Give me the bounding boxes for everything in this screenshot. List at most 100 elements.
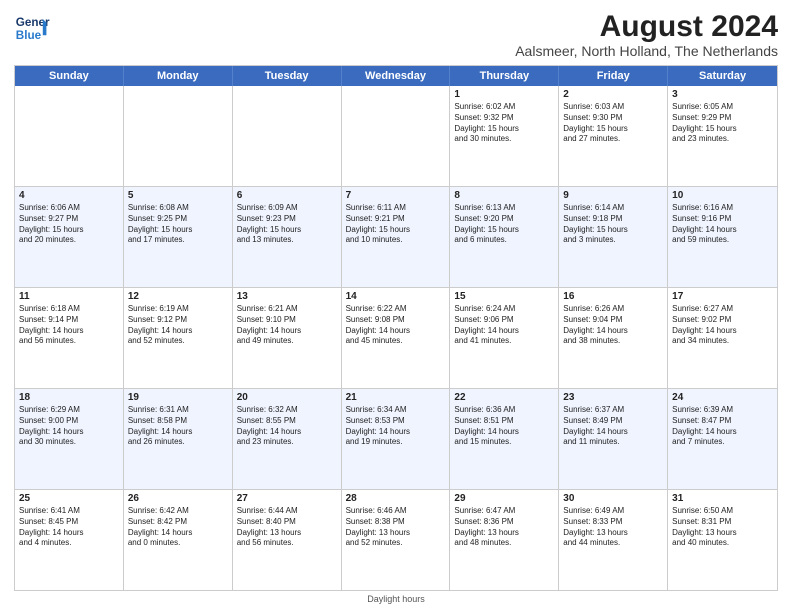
cell-text: Sunrise: 6:08 AM Sunset: 9:25 PM Dayligh… — [128, 203, 228, 246]
cal-cell: 13 Sunrise: 6:21 AM Sunset: 9:10 PM Dayli… — [233, 288, 342, 388]
cell-text: Sunrise: 6:26 AM Sunset: 9:04 PM Dayligh… — [563, 304, 663, 347]
cal-cell: 15Sunrise: 6:24 AM Sunset: 9:06 PM Dayli… — [450, 288, 559, 388]
day-number: 21 — [346, 392, 446, 403]
cell-text: Sunrise: 6:42 AM Sunset: 8:42 PM Dayligh… — [128, 506, 228, 549]
cal-cell: 27 Sunrise: 6:44 AM Sunset: 8:40 PM Dayli… — [233, 490, 342, 590]
day-number: 18 — [19, 392, 119, 403]
cell-text: Sunrise: 6:06 AM Sunset: 9:27 PM Dayligh… — [19, 203, 119, 246]
day-header-saturday: Saturday — [668, 66, 777, 86]
day-number: 23 — [563, 392, 663, 403]
cal-cell: 24 Sunrise: 6:39 AM Sunset: 8:47 PM Dayli… — [668, 389, 777, 489]
calendar-row-1: 1Sunrise: 6:02 AM Sunset: 9:32 PM Daylig… — [15, 86, 777, 186]
day-number: 9 — [563, 190, 663, 201]
cell-text: Sunrise: 6:49 AM Sunset: 8:33 PM Dayligh… — [563, 506, 663, 549]
cal-cell: 8Sunrise: 6:13 AM Sunset: 9:20 PM Daylig… — [450, 187, 559, 287]
day-header-tuesday: Tuesday — [233, 66, 342, 86]
cell-text: Sunrise: 6:14 AM Sunset: 9:18 PM Dayligh… — [563, 203, 663, 246]
cell-text: Sunrise: 6:39 AM Sunset: 8:47 PM Dayligh… — [672, 405, 773, 448]
calendar-row-5: 25Sunrise: 6:41 AM Sunset: 8:45 PM Dayli… — [15, 489, 777, 590]
day-header-thursday: Thursday — [450, 66, 559, 86]
day-number: 17 — [672, 291, 773, 302]
day-number: 20 — [237, 392, 337, 403]
cal-cell: 5 Sunrise: 6:08 AM Sunset: 9:25 PM Daylig… — [124, 187, 233, 287]
cal-cell: 4 Sunrise: 6:06 AM Sunset: 9:27 PM Daylig… — [15, 187, 124, 287]
cal-cell: 25Sunrise: 6:41 AM Sunset: 8:45 PM Dayli… — [15, 490, 124, 590]
calendar-row-3: 11Sunrise: 6:18 AM Sunset: 9:14 PM Dayli… — [15, 287, 777, 388]
cal-cell: 3 Sunrise: 6:05 AM Sunset: 9:29 PM Daylig… — [668, 86, 777, 186]
cal-cell: 9 Sunrise: 6:14 AM Sunset: 9:18 PM Daylig… — [559, 187, 668, 287]
month-year: August 2024 — [515, 10, 778, 43]
cell-text: Sunrise: 6:47 AM Sunset: 8:36 PM Dayligh… — [454, 506, 554, 549]
logo: General Blue — [14, 10, 50, 46]
cal-cell: 26 Sunrise: 6:42 AM Sunset: 8:42 PM Dayli… — [124, 490, 233, 590]
cal-cell: 2Sunrise: 6:03 AM Sunset: 9:30 PM Daylig… — [559, 86, 668, 186]
day-number: 24 — [672, 392, 773, 403]
calendar-body: 1Sunrise: 6:02 AM Sunset: 9:32 PM Daylig… — [15, 86, 777, 590]
day-number: 5 — [128, 190, 228, 201]
cell-text: Sunrise: 6:50 AM Sunset: 8:31 PM Dayligh… — [672, 506, 773, 549]
cell-text: Sunrise: 6:36 AM Sunset: 8:51 PM Dayligh… — [454, 405, 554, 448]
cell-text: Sunrise: 6:21 AM Sunset: 9:10 PM Dayligh… — [237, 304, 337, 347]
cal-cell: 20 Sunrise: 6:32 AM Sunset: 8:55 PM Dayli… — [233, 389, 342, 489]
calendar: SundayMondayTuesdayWednesdayThursdayFrid… — [14, 65, 778, 591]
cal-cell: 18 Sunrise: 6:29 AM Sunset: 9:00 PM Dayli… — [15, 389, 124, 489]
cell-text: Sunrise: 6:22 AM Sunset: 9:08 PM Dayligh… — [346, 304, 446, 347]
cal-cell: 16Sunrise: 6:26 AM Sunset: 9:04 PM Dayli… — [559, 288, 668, 388]
page: General Blue August 2024 Aalsmeer, North… — [0, 0, 792, 612]
calendar-row-2: 4 Sunrise: 6:06 AM Sunset: 9:27 PM Daylig… — [15, 186, 777, 287]
cell-text: Sunrise: 6:11 AM Sunset: 9:21 PM Dayligh… — [346, 203, 446, 246]
cal-cell: 30 Sunrise: 6:49 AM Sunset: 8:33 PM Dayli… — [559, 490, 668, 590]
day-number: 22 — [454, 392, 554, 403]
day-number: 29 — [454, 493, 554, 504]
day-number: 27 — [237, 493, 337, 504]
day-number: 2 — [563, 89, 663, 100]
day-number: 4 — [19, 190, 119, 201]
cal-cell: 11Sunrise: 6:18 AM Sunset: 9:14 PM Dayli… — [15, 288, 124, 388]
day-header-sunday: Sunday — [15, 66, 124, 86]
day-number: 10 — [672, 190, 773, 201]
day-number: 6 — [237, 190, 337, 201]
title-block: August 2024 Aalsmeer, North Holland, The… — [515, 10, 778, 59]
cal-cell: 10Sunrise: 6:16 AM Sunset: 9:16 PM Dayli… — [668, 187, 777, 287]
day-number: 1 — [454, 89, 554, 100]
cell-text: Sunrise: 6:34 AM Sunset: 8:53 PM Dayligh… — [346, 405, 446, 448]
day-number: 30 — [563, 493, 663, 504]
header: General Blue August 2024 Aalsmeer, North… — [14, 10, 778, 59]
day-number: 31 — [672, 493, 773, 504]
svg-text:Blue: Blue — [16, 29, 42, 42]
cell-text: Sunrise: 6:44 AM Sunset: 8:40 PM Dayligh… — [237, 506, 337, 549]
cell-text: Sunrise: 6:24 AM Sunset: 9:06 PM Dayligh… — [454, 304, 554, 347]
cell-text: Sunrise: 6:05 AM Sunset: 9:29 PM Dayligh… — [672, 102, 773, 145]
cell-text: Sunrise: 6:18 AM Sunset: 9:14 PM Dayligh… — [19, 304, 119, 347]
footer-note: Daylight hours — [14, 594, 778, 604]
cal-cell — [124, 86, 233, 186]
cal-cell — [233, 86, 342, 186]
day-number: 26 — [128, 493, 228, 504]
cell-text: Sunrise: 6:32 AM Sunset: 8:55 PM Dayligh… — [237, 405, 337, 448]
cal-cell: 28Sunrise: 6:46 AM Sunset: 8:38 PM Dayli… — [342, 490, 451, 590]
cal-cell: 17 Sunrise: 6:27 AM Sunset: 9:02 PM Dayli… — [668, 288, 777, 388]
day-number: 7 — [346, 190, 446, 201]
day-number: 13 — [237, 291, 337, 302]
cell-text: Sunrise: 6:37 AM Sunset: 8:49 PM Dayligh… — [563, 405, 663, 448]
cell-text: Sunrise: 6:29 AM Sunset: 9:00 PM Dayligh… — [19, 405, 119, 448]
day-number: 14 — [346, 291, 446, 302]
cell-text: Sunrise: 6:46 AM Sunset: 8:38 PM Dayligh… — [346, 506, 446, 549]
cal-cell: 21 Sunrise: 6:34 AM Sunset: 8:53 PM Dayli… — [342, 389, 451, 489]
logo-icon: General Blue — [14, 10, 50, 46]
cal-cell: 6 Sunrise: 6:09 AM Sunset: 9:23 PM Daylig… — [233, 187, 342, 287]
cell-text: Sunrise: 6:19 AM Sunset: 9:12 PM Dayligh… — [128, 304, 228, 347]
day-number: 8 — [454, 190, 554, 201]
cell-text: Sunrise: 6:27 AM Sunset: 9:02 PM Dayligh… — [672, 304, 773, 347]
cal-cell: 22 Sunrise: 6:36 AM Sunset: 8:51 PM Dayli… — [450, 389, 559, 489]
cell-text: Sunrise: 6:31 AM Sunset: 8:58 PM Dayligh… — [128, 405, 228, 448]
cell-text: Sunrise: 6:09 AM Sunset: 9:23 PM Dayligh… — [237, 203, 337, 246]
day-number: 19 — [128, 392, 228, 403]
cell-text: Sunrise: 6:41 AM Sunset: 8:45 PM Dayligh… — [19, 506, 119, 549]
cal-cell: 14 Sunrise: 6:22 AM Sunset: 9:08 PM Dayli… — [342, 288, 451, 388]
day-number: 3 — [672, 89, 773, 100]
cal-cell: 1Sunrise: 6:02 AM Sunset: 9:32 PM Daylig… — [450, 86, 559, 186]
day-header-wednesday: Wednesday — [342, 66, 451, 86]
cal-cell — [342, 86, 451, 186]
calendar-row-4: 18 Sunrise: 6:29 AM Sunset: 9:00 PM Dayli… — [15, 388, 777, 489]
